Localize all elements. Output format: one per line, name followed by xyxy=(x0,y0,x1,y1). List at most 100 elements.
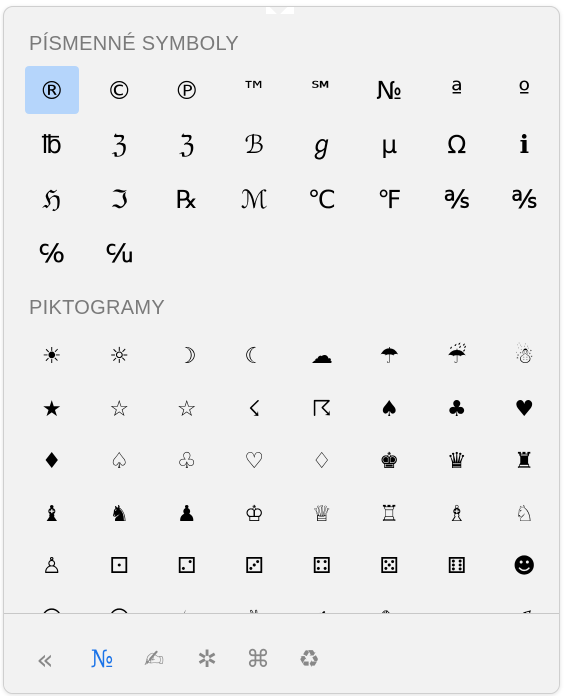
symbol-cell[interactable]: ♠ xyxy=(356,384,424,437)
symbol-cell[interactable]: ☕ xyxy=(153,594,221,613)
symbol-cell[interactable]: µ xyxy=(356,118,424,173)
symbol-cell[interactable]: ✐ xyxy=(491,594,559,613)
symbol-cell[interactable]: ♦ xyxy=(18,436,86,489)
symbol-cell[interactable]: ℔ xyxy=(18,118,86,173)
symbol-cell[interactable]: ⚃ xyxy=(288,541,356,594)
symbol-glyph: ✐ xyxy=(497,596,551,613)
symbol-glyph: ✍ xyxy=(295,596,349,613)
symbol-cell[interactable]: ♢ xyxy=(288,436,356,489)
symbol-cell[interactable]: № xyxy=(356,63,424,118)
symbol-cell[interactable]: ☺ xyxy=(86,594,154,613)
symbol-cell[interactable]: ♥ xyxy=(491,384,559,437)
symbol-glyph: № xyxy=(376,75,403,105)
symbol-cell[interactable]: ☀ xyxy=(18,331,86,384)
asterisk-category-icon[interactable]: ✲ xyxy=(190,642,224,676)
symbol-cell[interactable]: ♧ xyxy=(153,436,221,489)
letterlike-category-icon[interactable]: № xyxy=(85,642,119,676)
symbol-glyph: ♠ xyxy=(379,396,400,422)
symbol-cell[interactable]: ✎ xyxy=(356,594,424,613)
symbol-cell[interactable]: ℁ xyxy=(491,172,559,227)
popover-arrow xyxy=(266,7,294,16)
symbol-cell[interactable]: ℠ xyxy=(288,63,356,118)
symbol-glyph: ☔ xyxy=(446,344,467,370)
symbol-glyph: ℔ xyxy=(41,130,62,160)
symbol-cell[interactable]: ♙ xyxy=(18,541,86,594)
symbol-cell[interactable]: ℊ xyxy=(288,118,356,173)
symbol-cell[interactable]: Ω xyxy=(423,118,491,173)
symbol-glyph: ℁ xyxy=(444,184,470,214)
symbol-cell[interactable]: ♘ xyxy=(491,489,559,542)
symbol-glyph: µ xyxy=(381,130,398,160)
symbol-cell[interactable]: ♖ xyxy=(356,489,424,542)
symbol-cell[interactable]: ☁ xyxy=(288,331,356,384)
symbol-cell[interactable]: ♛ xyxy=(423,436,491,489)
symbol-cell[interactable]: ⚅ xyxy=(423,541,491,594)
symbol-glyph: ℃ xyxy=(307,184,336,214)
symbol-cell[interactable]: ☈ xyxy=(288,384,356,437)
section-title-pictographs: PIKTOGRAMY xyxy=(29,297,165,319)
symbol-cell[interactable]: ⚂ xyxy=(221,541,289,594)
symbol-cell[interactable]: ✍ xyxy=(288,594,356,613)
symbol-cell[interactable]: ♕ xyxy=(288,489,356,542)
symbol-cell[interactable]: ☇ xyxy=(221,384,289,437)
symbol-cell[interactable]: ♔ xyxy=(221,489,289,542)
recycle-category-icon[interactable]: ♻ xyxy=(292,642,326,676)
symbol-cell[interactable]: ☾ xyxy=(221,331,289,384)
symbol-cell[interactable]: ℑ xyxy=(86,172,154,227)
symbol-cell[interactable]: ® xyxy=(18,63,86,118)
symbol-cell[interactable]: ℁ xyxy=(423,172,491,227)
symbol-cell[interactable]: ℆ xyxy=(86,227,154,282)
symbol-cell[interactable]: ⚄ xyxy=(356,541,424,594)
technical-symbols-category-icon[interactable]: ⌘ xyxy=(241,642,275,676)
symbol-cell[interactable]: ⚁ xyxy=(153,541,221,594)
symbol-cell[interactable]: ☃ xyxy=(491,331,559,384)
symbol-cell[interactable]: ✌ xyxy=(221,594,289,613)
symbol-cell[interactable]: ♝ xyxy=(18,489,86,542)
symbol-glyph: ☀ xyxy=(41,344,62,370)
symbol-cell[interactable]: ℅ xyxy=(18,227,86,282)
symbol-glyph: ⚁ xyxy=(177,554,197,580)
symbol-cell[interactable]: ⚀ xyxy=(86,541,154,594)
symbol-cell[interactable]: ✏ xyxy=(423,594,491,613)
symbol-cell[interactable]: ♤ xyxy=(86,436,154,489)
symbol-glyph: ☻ xyxy=(512,554,536,580)
symbol-cell[interactable]: ™ xyxy=(221,63,289,118)
symbol-cell[interactable]: ª xyxy=(423,63,491,118)
symbol-cell[interactable]: ℌ xyxy=(18,172,86,227)
symbol-glyph: ♗ xyxy=(446,501,467,527)
symbol-cell[interactable]: ♟ xyxy=(153,489,221,542)
symbol-cell[interactable]: ℉ xyxy=(356,172,424,227)
symbol-cell[interactable]: ℨ xyxy=(153,118,221,173)
symbol-cell[interactable]: ★ xyxy=(18,384,86,437)
symbol-cell[interactable]: ☂ xyxy=(356,331,424,384)
symbol-cell[interactable]: ℃ xyxy=(288,172,356,227)
symbol-cell[interactable]: ℬ xyxy=(221,118,289,173)
symbol-cell[interactable]: ℨ xyxy=(86,118,154,173)
pictographs-category-icon[interactable]: ✍ xyxy=(137,642,171,676)
symbol-cell[interactable]: ♗ xyxy=(423,489,491,542)
symbol-cell[interactable]: º xyxy=(491,63,559,118)
symbol-glyph: ♦ xyxy=(41,449,62,475)
symbol-cell[interactable]: © xyxy=(86,63,154,118)
symbol-cell[interactable]: ℗ xyxy=(153,63,221,118)
symbol-cell[interactable]: ☔ xyxy=(423,331,491,384)
symbol-glyph: ✌ xyxy=(227,596,281,613)
symbol-cell[interactable]: ♚ xyxy=(356,436,424,489)
symbol-cell[interactable]: ♞ xyxy=(86,489,154,542)
symbol-cell[interactable]: ℳ xyxy=(221,172,289,227)
symbol-cell[interactable]: ♜ xyxy=(491,436,559,489)
symbol-cell[interactable]: ℞ xyxy=(153,172,221,227)
symbol-cell[interactable]: ☼ xyxy=(86,331,154,384)
symbol-glyph: ℁ xyxy=(511,184,537,214)
symbol-cell[interactable]: ☽ xyxy=(153,331,221,384)
back-chevron-icon[interactable]: « xyxy=(28,642,62,676)
symbol-cell[interactable]: ☻ xyxy=(491,541,559,594)
symbol-cell[interactable]: ♣ xyxy=(423,384,491,437)
symbol-cell[interactable]: ℹ xyxy=(491,118,559,173)
symbol-glyph: ♖ xyxy=(379,501,400,527)
symbol-cell[interactable]: ☹ xyxy=(18,594,86,613)
symbol-cell[interactable]: ☆ xyxy=(153,384,221,437)
symbol-cell[interactable]: ☆ xyxy=(86,384,154,437)
symbol-scroll-area[interactable]: PÍSMENNÉ SYMBOLY ® © ℗ ™ ℠ № ª º ℔ ℨ ℨ ℬℊ µ Ωℹ ℌ ℑ ℞ ℳ ℃ ℉ ℁… xyxy=(4,7,559,613)
symbol-cell[interactable]: ♡ xyxy=(221,436,289,489)
